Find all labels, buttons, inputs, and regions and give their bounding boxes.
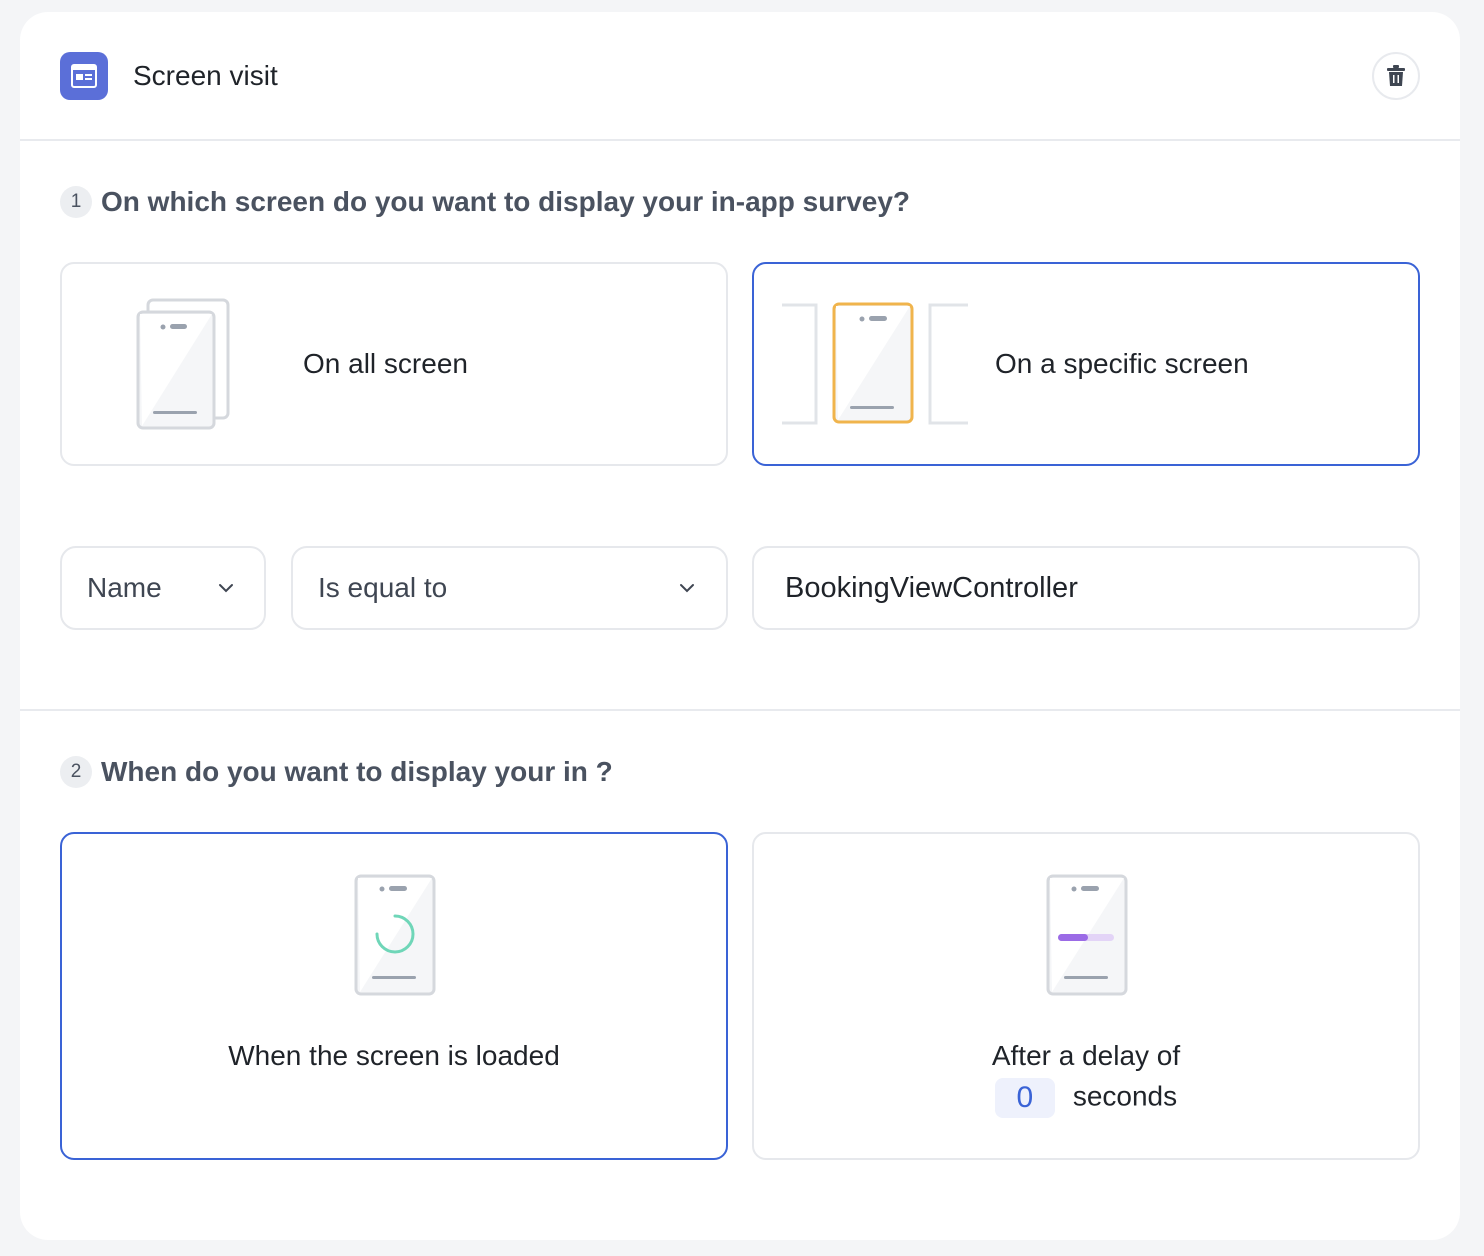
step-question: On which screen do you want to display y… bbox=[101, 186, 911, 217]
stacked-phones-icon bbox=[136, 298, 230, 430]
operator-select[interactable]: Is equal to bbox=[291, 546, 728, 630]
step-2-heading: 2 When do you want to display your in ? bbox=[60, 756, 613, 788]
delay-unit-label: seconds bbox=[1072, 1080, 1178, 1112]
phone-progress-icon bbox=[1046, 874, 1128, 996]
option-on-load[interactable]: When the screen is loaded bbox=[60, 832, 728, 1160]
step-number: 2 bbox=[60, 756, 92, 788]
single-phone-highlight-icon bbox=[782, 302, 968, 425]
screen-visit-card: Screen visit 1 On which screen do you wa… bbox=[20, 12, 1460, 1240]
option-label: On a specific screen bbox=[995, 348, 1249, 379]
step-number: 1 bbox=[60, 186, 92, 218]
option-all-screens[interactable]: On all screen bbox=[60, 262, 728, 466]
chevron-down-icon bbox=[680, 584, 694, 593]
step-1-heading: 1 On which screen do you want to display… bbox=[60, 186, 910, 218]
screen-window-icon bbox=[60, 52, 108, 100]
field-select-value: Name bbox=[87, 572, 162, 603]
section-divider bbox=[20, 709, 1460, 711]
delay-seconds-input[interactable]: 0 bbox=[994, 1078, 1055, 1118]
screen-name-input[interactable]: BookingViewController bbox=[752, 546, 1420, 630]
option-label: When the screen is loaded bbox=[228, 1040, 560, 1071]
option-label: On all screen bbox=[303, 348, 468, 379]
field-select[interactable]: Name bbox=[60, 546, 266, 630]
card-title: Screen visit bbox=[133, 60, 278, 91]
delete-button[interactable] bbox=[1372, 52, 1420, 100]
card-header: Screen visit bbox=[20, 12, 1460, 141]
option-label: After a delay of bbox=[991, 1040, 1181, 1071]
trash-icon bbox=[1387, 65, 1405, 86]
option-after-delay[interactable]: After a delay of 0 seconds bbox=[752, 832, 1420, 1160]
operator-select-value: Is equal to bbox=[318, 572, 448, 603]
phone-loading-icon bbox=[354, 874, 436, 996]
option-specific-screen[interactable]: On a specific screen bbox=[752, 262, 1420, 466]
chevron-down-icon bbox=[219, 584, 233, 593]
delay-row: 0 seconds bbox=[754, 1078, 1418, 1118]
step-question: When do you want to display your in ? bbox=[101, 756, 613, 787]
